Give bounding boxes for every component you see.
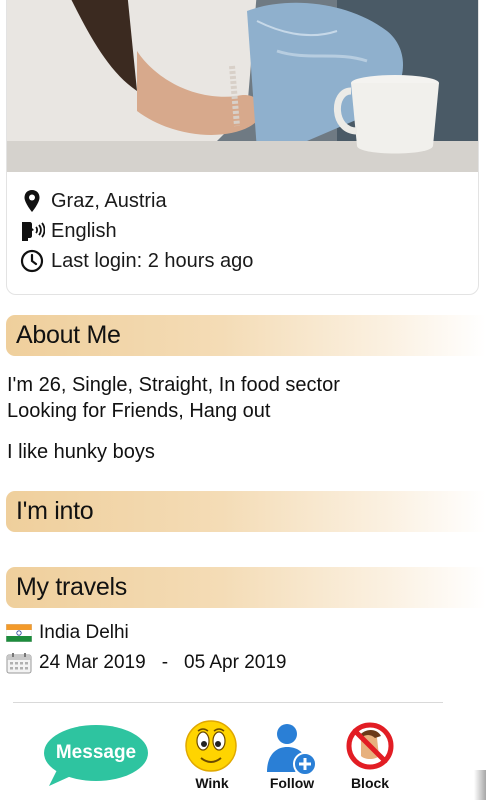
block-button[interactable]: Block [335, 720, 405, 796]
follow-button[interactable]: Follow [257, 720, 327, 796]
wink-button-label: Wink [195, 775, 229, 791]
block-prohibited-icon [346, 722, 394, 770]
speaking-head-icon [19, 218, 45, 244]
edge-shadow [474, 770, 486, 800]
clock-icon [19, 248, 45, 274]
location-text: Graz, Austria [51, 189, 167, 212]
language-row: English [19, 217, 117, 245]
message-button[interactable]: Message [43, 724, 149, 786]
travel-start-date: 24 Mar 2019 [39, 652, 146, 673]
calendar-icon [6, 652, 32, 674]
last-login-text: Last login: 2 hours ago [51, 249, 254, 272]
travel-end-date: 05 Apr 2019 [184, 652, 287, 673]
follow-person-plus-icon [267, 724, 317, 776]
about-me-header: About Me [6, 315, 486, 356]
wink-button[interactable]: Wink [177, 720, 247, 796]
message-button-label: Message [55, 742, 137, 763]
location-pin-icon [19, 188, 45, 214]
travel-dates-row: 24 Mar 2019 - 05 Apr 2019 [6, 650, 287, 676]
block-button-label: Block [350, 775, 390, 791]
travels-header: My travels [6, 567, 486, 608]
language-text: English [51, 219, 117, 242]
wink-smiley-icon [185, 720, 237, 772]
profile-photo[interactable] [7, 0, 478, 172]
about-looking-for-line: Looking for Friends, Hang out [7, 400, 271, 422]
action-bar-divider [13, 702, 443, 703]
follow-button-label: Follow [269, 775, 315, 791]
about-bio: I like hunky boys [7, 441, 155, 463]
travel-destination-row: India Delhi [5, 620, 129, 646]
travel-date-separator: - [161, 652, 169, 673]
location-row: Graz, Austria [19, 187, 167, 215]
interests-header: I'm into [6, 491, 486, 532]
about-details-line: I'm 26, Single, Straight, In food sector [7, 374, 340, 396]
profile-card: Graz, Austria English Last login: 2 hour… [6, 0, 479, 295]
india-flag-icon [5, 622, 33, 644]
travel-destination: India Delhi [39, 622, 129, 643]
last-login-row: Last login: 2 hours ago [19, 247, 253, 275]
